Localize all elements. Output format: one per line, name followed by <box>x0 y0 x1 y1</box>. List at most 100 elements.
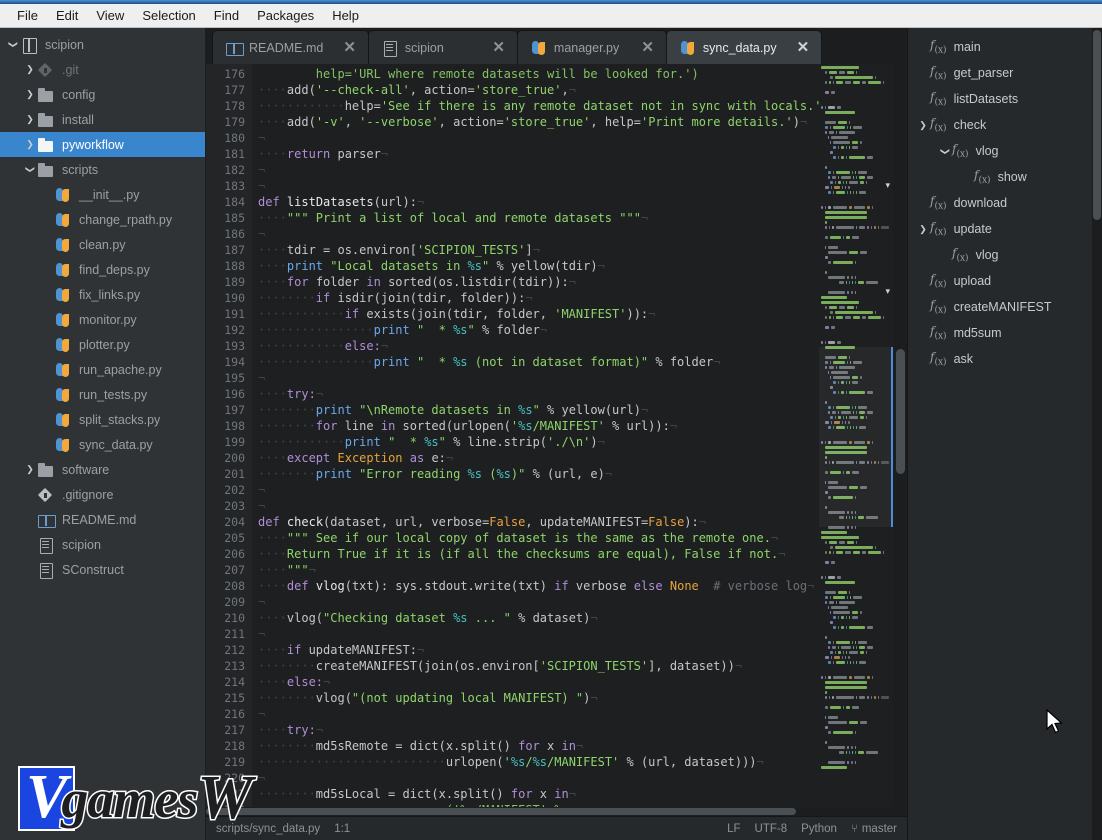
tree-item-change-rpath-py[interactable]: change_rpath.py <box>0 207 205 232</box>
code-line[interactable]: def check(dataset, url, verbose=False, u… <box>252 514 907 530</box>
tree-item-run-tests-py[interactable]: run_tests.py <box>0 382 205 407</box>
code-line[interactable]: ····def vlog(txt): sys.stdout.write(txt)… <box>252 578 907 594</box>
minimap-fold-icon[interactable]: ▾ <box>885 180 890 191</box>
code-line[interactable]: ····print "Local datasets in %s" % yello… <box>252 258 907 274</box>
code-line[interactable]: ¬ <box>252 626 907 642</box>
menu-item-edit[interactable]: Edit <box>47 6 87 25</box>
code-content[interactable]: help='URL where remote datasets will be … <box>252 64 907 807</box>
menu-item-help[interactable]: Help <box>323 6 368 25</box>
code-line[interactable]: ················print " * %s (not in dat… <box>252 354 907 370</box>
chevron-down-icon[interactable]: ❯ <box>26 163 36 177</box>
outline-item-show[interactable]: f(x) show <box>908 164 1102 190</box>
menu-item-file[interactable]: File <box>8 6 47 25</box>
code-line[interactable]: ¬ <box>252 162 907 178</box>
code-line[interactable]: ····try:¬ <box>252 722 907 738</box>
chevron-right-icon[interactable]: ❯ <box>23 65 37 74</box>
status-line-ending[interactable]: LF <box>727 823 740 835</box>
code-line[interactable]: ¬ <box>252 130 907 146</box>
status-file-path[interactable]: scripts/sync_data.py <box>216 823 320 835</box>
tab-close-icon[interactable]: ✕ <box>490 40 507 55</box>
outline-item-ask[interactable]: f(x) ask <box>908 346 1102 372</box>
tree-item-config[interactable]: ❯ config <box>0 82 205 107</box>
tree-item-clean-py[interactable]: clean.py <box>0 232 205 257</box>
code-line[interactable]: ········vlog("(not updating local MANIFE… <box>252 690 907 706</box>
chevron-right-icon[interactable]: ❯ <box>23 465 37 474</box>
code-line[interactable]: ········md5sLocal = dict(x.split() for x… <box>252 786 907 802</box>
outline-item-vlog[interactable]: f(x) vlog <box>908 242 1102 268</box>
status-grammar[interactable]: Python <box>801 823 837 835</box>
status-encoding[interactable]: UTF-8 <box>755 823 788 835</box>
tree-item-fix-links-py[interactable]: fix_links.py <box>0 282 205 307</box>
code-line[interactable]: ········print "Error reading %s (%s)" % … <box>252 466 907 482</box>
code-line[interactable]: ¬ <box>252 498 907 514</box>
minimap-fold-icon[interactable]: ▾ <box>885 286 890 297</box>
code-line[interactable]: ········print "\nRemote datasets in %s" … <box>252 402 907 418</box>
code-line[interactable]: ····"""¬ <box>252 562 907 578</box>
outline-scrollbar[interactable] <box>1092 28 1102 840</box>
tab-close-icon[interactable]: ✕ <box>639 40 656 55</box>
menu-item-packages[interactable]: Packages <box>248 6 323 25</box>
code-line[interactable]: ············if exists(join(tdir, folder,… <box>252 306 907 322</box>
code-editor[interactable]: 176 177 178 179 180 181 182 183 184 185 186 187 188 1… <box>206 64 907 807</box>
outline-item-createmanifest[interactable]: f(x) createMANIFEST <box>908 294 1102 320</box>
code-line[interactable]: ········for line in sorted(urlopen('%s/M… <box>252 418 907 434</box>
code-line[interactable]: ····tdir = os.environ['SCIPION_TESTS']¬ <box>252 242 907 258</box>
outline-item-listdatasets[interactable]: f(x) listDatasets <box>908 86 1102 112</box>
code-line[interactable]: ¬ <box>252 482 907 498</box>
tree-item-install[interactable]: ❯ install <box>0 107 205 132</box>
code-line[interactable]: ····""" Print a list of local and remote… <box>252 210 907 226</box>
minimap[interactable]: ▾ ▾ <box>819 64 893 807</box>
code-line[interactable]: ················print " * %s" % folder¬ <box>252 322 907 338</box>
code-line[interactable]: ····if updateMANIFEST:¬ <box>252 642 907 658</box>
tree-item-split-stacks-py[interactable]: split_stacks.py <box>0 407 205 432</box>
code-line[interactable]: ····else:¬ <box>252 674 907 690</box>
code-line[interactable]: ¬ <box>252 370 907 386</box>
chevron-right-icon[interactable]: ❯ <box>23 140 37 149</box>
menu-item-selection[interactable]: Selection <box>133 6 204 25</box>
symbols-outline-panel[interactable]: f(x) main f(x) get_parser f(x) listDatasets ❯ f… <box>907 28 1102 840</box>
code-line[interactable]: ········createMANIFEST(join(os.environ['… <box>252 658 907 674</box>
chevron-down-icon[interactable]: ❯ <box>940 144 951 158</box>
tree-item-scipion[interactable]: ❯ scipion <box>0 32 205 57</box>
outline-item-main[interactable]: f(x) main <box>908 34 1102 60</box>
tree-item-plotter-py[interactable]: plotter.py <box>0 332 205 357</box>
code-line[interactable]: ····for folder in sorted(os.listdir(tdir… <box>252 274 907 290</box>
tree-item-sconstruct[interactable]: SConstruct <box>0 557 205 582</box>
chevron-right-icon[interactable]: ❯ <box>916 224 930 235</box>
tab-scipion[interactable]: scipion ✕ <box>367 30 518 64</box>
code-line[interactable]: ····add('--check-all', action='store_tru… <box>252 82 907 98</box>
chevron-right-icon[interactable]: ❯ <box>23 90 37 99</box>
outline-item-vlog[interactable]: ❯ f(x) vlog <box>908 138 1102 164</box>
code-line[interactable]: ········if isdir(join(tdir, folder)):¬ <box>252 290 907 306</box>
code-line[interactable]: ····""" See if our local copy of dataset… <box>252 530 907 546</box>
outline-scrollbar-thumb[interactable] <box>1093 30 1101 220</box>
code-line[interactable]: ············print " * %s" % line.strip('… <box>252 434 907 450</box>
tree-item-software[interactable]: ❯ software <box>0 457 205 482</box>
code-line[interactable]: ····Return True if it is (if all the che… <box>252 546 907 562</box>
minimap-viewport-highlight[interactable] <box>819 347 893 527</box>
tab-close-icon[interactable]: ✕ <box>795 40 812 55</box>
outline-item-check[interactable]: ❯ f(x) check <box>908 112 1102 138</box>
code-line[interactable]: ··························urlopen('%s/%s… <box>252 754 907 770</box>
tab-manager-py[interactable]: manager.py ✕ <box>516 30 667 64</box>
tree-item-gitignore[interactable]: .gitignore <box>0 482 205 507</box>
code-line[interactable]: ············help='See if there is any re… <box>252 98 907 114</box>
chevron-right-icon[interactable]: ❯ <box>23 115 37 124</box>
tab-sync-data-py[interactable]: sync_data.py ✕ <box>665 30 823 64</box>
tree-item-scripts[interactable]: ❯ scripts <box>0 157 205 182</box>
code-line[interactable]: ····vlog("Checking dataset %s ... " % da… <box>252 610 907 626</box>
tab-bar[interactable]: README.md ✕ scipion ✕ manager.py ✕ sync_data.p… <box>206 28 907 64</box>
tree-item-monitor-py[interactable]: monitor.py <box>0 307 205 332</box>
tree-item-pyworkflow[interactable]: ❯ pyworkflow <box>0 132 205 157</box>
status-cursor-position[interactable]: 1:1 <box>334 823 350 835</box>
tree-item-init-py[interactable]: __init__.py <box>0 182 205 207</box>
code-line[interactable]: ········md5sRemote = dict(x.split() for … <box>252 738 907 754</box>
tab-readme-md[interactable]: README.md ✕ <box>212 30 369 64</box>
tree-item-run-apache-py[interactable]: run_apache.py <box>0 357 205 382</box>
outline-item-download[interactable]: f(x) download <box>908 190 1102 216</box>
menu-item-view[interactable]: View <box>87 6 133 25</box>
outline-item-upload[interactable]: f(x) upload <box>908 268 1102 294</box>
code-line[interactable]: ¬ <box>252 594 907 610</box>
menu-item-find[interactable]: Find <box>205 6 248 25</box>
chevron-right-icon[interactable]: ❯ <box>916 120 930 131</box>
